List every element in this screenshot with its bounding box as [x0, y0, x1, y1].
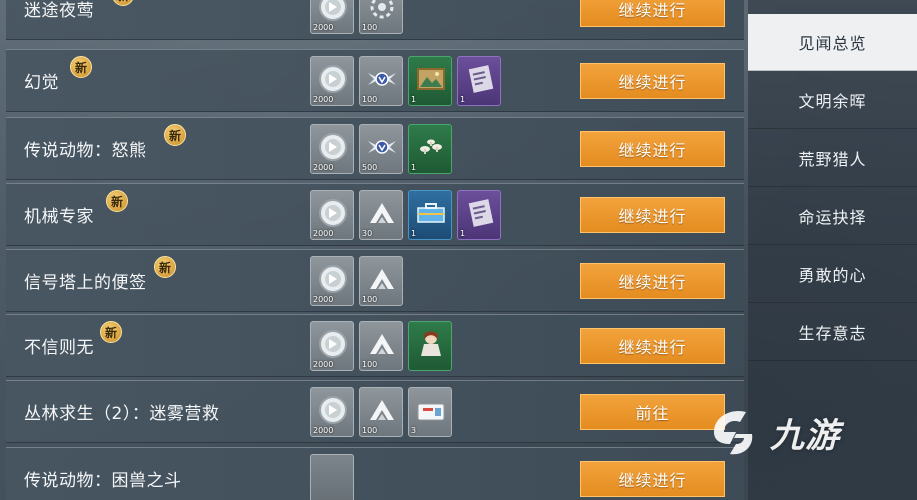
reward-list: 2000 100 1 1 — [310, 56, 501, 106]
continue-button[interactable]: 继续进行 — [580, 197, 725, 233]
reward-list: 2000 100 — [310, 0, 403, 34]
watermark-logo: 九游 — [706, 392, 896, 472]
reward-item[interactable]: 500 — [359, 124, 403, 174]
reward-quantity: 3 — [411, 426, 417, 435]
continue-button[interactable]: 继续进行 — [580, 461, 725, 497]
continue-button[interactable]: 继续进行 — [580, 63, 725, 99]
watermark-text: 九游 — [770, 415, 840, 456]
reward-item[interactable]: 1 — [408, 56, 452, 106]
reward-item[interactable]: 30 — [359, 190, 403, 240]
reward-quantity: 1 — [460, 229, 466, 238]
reward-quantity: 2000 — [313, 229, 334, 238]
reward-item[interactable]: 100 — [359, 256, 403, 306]
sidebar-tab[interactable]: 文明余晖 — [748, 72, 917, 129]
continue-button[interactable]: 继续进行 — [580, 263, 725, 299]
quest-name: 机械专家 — [24, 207, 94, 227]
quest-row: 幻觉新 2000 100 1 1 继续进行 — [6, 49, 744, 112]
sidebar-tab[interactable]: 勇敢的心 — [748, 246, 917, 303]
quest-name: 迷途夜莺 — [24, 1, 94, 21]
quest-row: 传说动物：怒熊新 2000 500 1 继续进行 — [6, 117, 744, 180]
reward-item[interactable]: 100 — [359, 321, 403, 371]
reward-item[interactable]: 1 — [408, 124, 452, 174]
reward-item[interactable]: 2000 — [310, 0, 354, 34]
reward-quantity: 100 — [362, 95, 378, 104]
quest-row: 不信则无新 2000 100 继续进行 — [6, 314, 744, 377]
reward-item[interactable]: 2000 — [310, 256, 354, 306]
reward-quantity: 1 — [411, 163, 417, 172]
reward-item[interactable]: 3 — [408, 387, 452, 437]
reward-item[interactable]: 100 — [359, 0, 403, 34]
sidebar-tab[interactable]: 命运抉择 — [748, 188, 917, 245]
new-badge: 新 — [154, 256, 176, 278]
reward-item[interactable]: 2000 — [310, 56, 354, 106]
reward-quantity: 100 — [362, 360, 378, 369]
reward-quantity: 1 — [411, 95, 417, 104]
reward-item[interactable]: 100 — [359, 56, 403, 106]
reward-quantity: 2000 — [313, 23, 334, 32]
continue-button[interactable]: 继续进行 — [580, 131, 725, 167]
reward-quantity: 2000 — [313, 95, 334, 104]
reward-list: 2000 100 3 — [310, 387, 452, 437]
reward-item[interactable]: 100 — [359, 387, 403, 437]
new-badge: 新 — [164, 124, 186, 146]
quest-row: 传说动物：困兽之斗 继续进行 — [6, 447, 744, 500]
reward-quantity: 100 — [362, 426, 378, 435]
quest-row: 迷途夜莺 新 2000 100 继续进行 — [6, 0, 744, 40]
reward-list: 2000 500 1 — [310, 124, 452, 174]
reward-list: 2000 100 — [310, 321, 452, 371]
reward-list — [310, 454, 354, 500]
reward-item[interactable]: 1 — [457, 190, 501, 240]
quest-row: 丛林求生（2）：迷雾营救 2000 100 3 前往 — [6, 380, 744, 443]
go-button[interactable]: 前往 — [580, 394, 725, 430]
reward-item[interactable]: 2000 — [310, 190, 354, 240]
reward-item[interactable]: 1 — [408, 190, 452, 240]
reward-quantity: 2000 — [313, 426, 334, 435]
continue-button[interactable]: 继续进行 — [580, 328, 725, 364]
reward-list: 2000 30 1 1 — [310, 190, 501, 240]
quest-list: 迷途夜莺新2000100继续进行幻觉新200010011继续进行传说动物：怒熊新… — [0, 0, 744, 500]
reward-quantity: 500 — [362, 163, 378, 172]
sidebar-tab[interactable]: 荒野猎人 — [748, 130, 917, 187]
reward-item[interactable]: 1 — [457, 56, 501, 106]
quest-name: 信号塔上的便签 — [24, 273, 147, 293]
quest-name: 传说动物：困兽之斗 — [24, 471, 182, 491]
reward-item[interactable] — [310, 454, 354, 500]
quest-name: 传说动物：怒熊 — [24, 141, 147, 161]
reward-list: 2000 100 — [310, 256, 403, 306]
reward-item[interactable]: 2000 — [310, 387, 354, 437]
quest-row: 机械专家新 2000 30 1 1 继续进行 — [6, 183, 744, 246]
quest-name: 丛林求生（2）：迷雾营救 — [24, 404, 220, 424]
quest-row: 信号塔上的便签新 2000 100 继续进行 — [6, 249, 744, 312]
new-badge: 新 — [106, 190, 128, 212]
sidebar-tab[interactable]: 见闻总览 — [748, 14, 917, 71]
reward-quantity: 1 — [411, 229, 417, 238]
reward-quantity: 100 — [362, 23, 378, 32]
watermark-swirl-icon — [714, 410, 753, 455]
sidebar-tab[interactable]: 生存意志 — [748, 304, 917, 361]
reward-item[interactable]: 2000 — [310, 321, 354, 371]
new-badge: 新 — [112, 0, 134, 6]
continue-button[interactable]: 继续进行 — [580, 0, 725, 27]
new-badge: 新 — [100, 321, 122, 343]
reward-quantity: 2000 — [313, 163, 334, 172]
reward-quantity: 30 — [362, 229, 373, 238]
reward-quantity: 2000 — [313, 295, 334, 304]
quest-name: 幻觉 — [24, 73, 59, 93]
reward-item[interactable] — [408, 321, 452, 371]
reward-quantity: 100 — [362, 295, 378, 304]
reward-item[interactable]: 2000 — [310, 124, 354, 174]
new-badge: 新 — [70, 56, 92, 78]
reward-quantity: 1 — [460, 95, 466, 104]
quest-name: 不信则无 — [24, 338, 94, 358]
reward-quantity: 2000 — [313, 360, 334, 369]
